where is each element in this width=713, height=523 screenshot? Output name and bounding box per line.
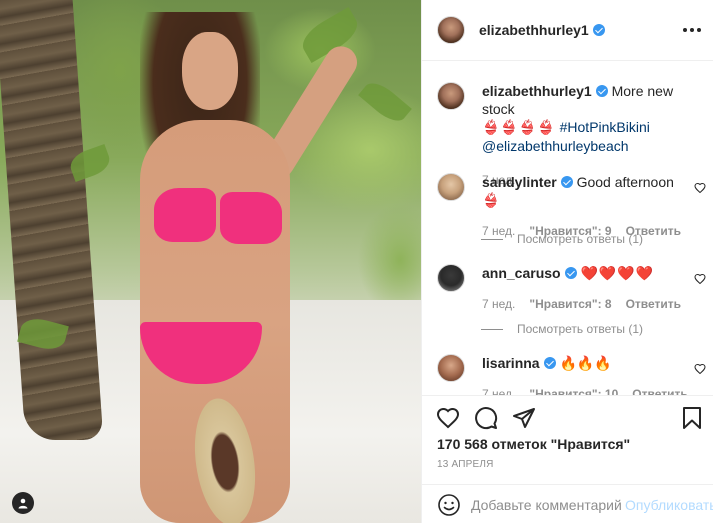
comment-time[interactable]: 7 нед.	[482, 385, 515, 395]
header-username[interactable]: elizabethhurley1	[479, 22, 589, 38]
comment-item: lisarinna 🔥🔥🔥 7 нед. "Нравится": 10 Отве…	[437, 354, 699, 395]
bikini-top-right	[220, 192, 282, 244]
likes-count[interactable]: 170 568 отметок "Нравится"	[437, 436, 630, 452]
comment-text: Good afternoon	[576, 174, 674, 190]
like-heart-icon[interactable]	[436, 406, 460, 430]
comments-list: elizabethhurley1 More new stock 👙👙👙👙 #Ho…	[422, 62, 713, 395]
comment-likes[interactable]: "Нравится": 10	[529, 385, 618, 395]
more-options-icon[interactable]	[680, 20, 704, 40]
verified-badge-icon	[564, 267, 577, 279]
caption-emoji: 👙👙👙👙	[482, 120, 556, 136]
post-date[interactable]: 13 АПРЕЛЯ	[437, 459, 494, 470]
comment-like-heart-icon[interactable]	[694, 273, 706, 285]
view-replies[interactable]: Посмотреть ответы (1)	[481, 232, 643, 246]
avatar[interactable]	[437, 82, 465, 110]
verified-badge-icon	[560, 176, 573, 188]
comment-emoji: 👙	[482, 193, 501, 209]
comment-like-heart-icon[interactable]	[694, 363, 706, 375]
verified-badge-icon	[543, 357, 556, 369]
emoji-smiley-icon[interactable]	[437, 493, 461, 517]
view-replies[interactable]: Посмотреть ответы (1)	[481, 322, 643, 336]
comment-username[interactable]: sandylinter	[482, 174, 557, 190]
caption-username[interactable]: elizabethhurley1	[482, 83, 592, 99]
post-photo[interactable]	[0, 0, 421, 523]
comment-input[interactable]	[471, 496, 621, 513]
avatar[interactable]	[437, 354, 465, 382]
reply-button[interactable]: Ответить	[626, 295, 681, 313]
user-tag-icon[interactable]	[12, 492, 34, 514]
caption-hashtag[interactable]: #HotPinkBikini	[560, 119, 650, 135]
comment-username[interactable]: lisarinna	[482, 355, 540, 371]
bikini-top-left	[154, 188, 216, 242]
reply-button[interactable]: Ответить	[632, 385, 687, 395]
avatar[interactable]	[437, 264, 465, 292]
comment-time[interactable]: 7 нед.	[482, 295, 515, 313]
verified-badge-icon	[592, 24, 605, 36]
view-replies-label[interactable]: Посмотреть ответы (1)	[517, 322, 643, 336]
avatar[interactable]	[437, 16, 465, 44]
face	[182, 32, 238, 110]
caption-mention[interactable]: @elizabethhurleybeach	[482, 138, 629, 154]
comment-username[interactable]: ann_caruso	[482, 265, 561, 281]
verified-badge-icon	[595, 85, 608, 97]
person-figure	[110, 10, 364, 523]
comment-emoji: 🔥🔥🔥	[559, 356, 612, 372]
share-paper-plane-icon[interactable]	[512, 406, 536, 430]
add-comment-bar: Опубликовать	[422, 484, 713, 523]
save-bookmark-icon[interactable]	[680, 406, 704, 430]
post-header: elizabethhurley1	[422, 0, 713, 61]
person-icon	[18, 498, 28, 509]
publish-button[interactable]: Опубликовать	[625, 497, 713, 513]
comment-like-heart-icon[interactable]	[694, 182, 706, 194]
post-actions: 170 568 отметок "Нравится" 13 АПРЕЛЯ Опу…	[422, 395, 713, 523]
avatar[interactable]	[437, 173, 465, 201]
comment-item: ann_caruso ❤️❤️❤️❤️ 7 нед. "Нравится": 8…	[437, 264, 699, 313]
comment-bubble-icon[interactable]	[474, 406, 498, 430]
comment-emoji: ❤️❤️❤️❤️	[580, 266, 655, 282]
comment-item: sandylinter Good afternoon 👙 7 нед. "Нра…	[437, 173, 699, 240]
post-sidebar: elizabethhurley1 elizabethhurley1 More n…	[421, 0, 713, 523]
comment-likes[interactable]: "Нравится": 8	[529, 295, 611, 313]
view-replies-label[interactable]: Посмотреть ответы (1)	[517, 232, 643, 246]
